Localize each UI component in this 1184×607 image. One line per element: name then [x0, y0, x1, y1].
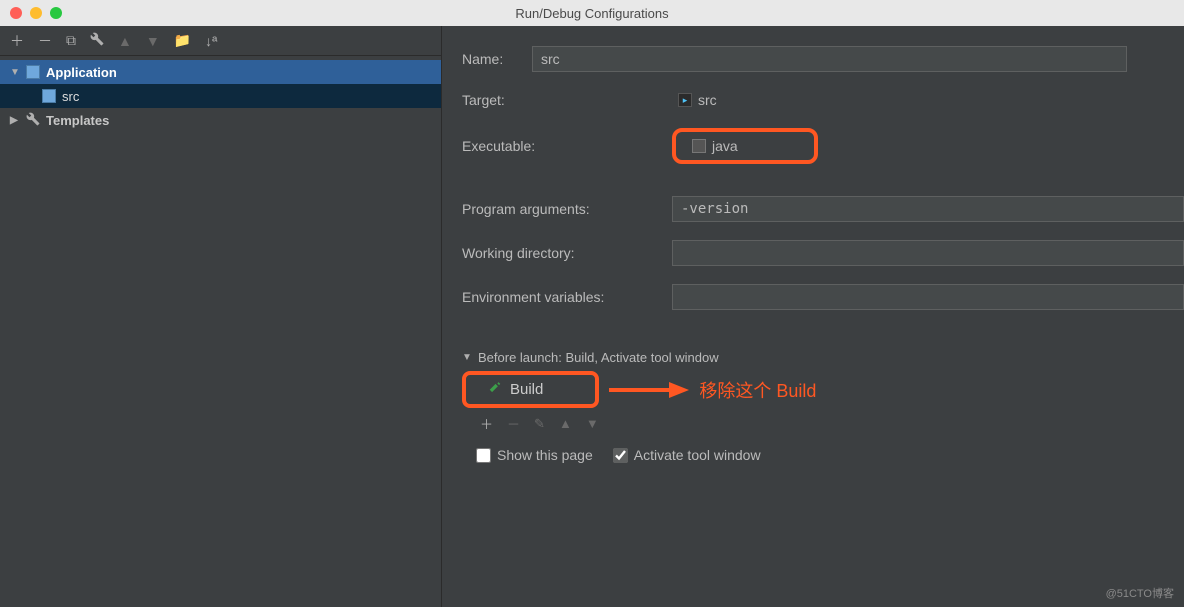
- move-task-down-button[interactable]: ▼: [586, 416, 599, 431]
- config-tree: ▼ Application src ▶ Templates: [0, 56, 441, 132]
- build-task-item[interactable]: Build: [474, 377, 587, 402]
- tree-node-application[interactable]: ▼ Application: [0, 60, 441, 84]
- minimize-window-button[interactable]: [30, 7, 42, 19]
- activate-window-label: Activate tool window: [634, 447, 761, 463]
- tree-node-templates[interactable]: ▶ Templates: [0, 108, 441, 132]
- executable-highlight: java: [672, 128, 818, 164]
- before-launch-toolbar: ＋ － ✎ ▲ ▼: [462, 408, 1184, 433]
- remove-config-button[interactable]: －: [38, 31, 52, 51]
- name-label: Name:: [462, 51, 532, 67]
- copy-config-button[interactable]: ⧉: [66, 32, 76, 49]
- build-highlight: Build: [462, 371, 599, 408]
- configurations-sidebar: ＋ － ⧉ ▲ ▼ 📁 ↓ª ▼ Application src ▶: [0, 26, 442, 607]
- sidebar-toolbar: ＋ － ⧉ ▲ ▼ 📁 ↓ª: [0, 26, 441, 56]
- show-page-label: Show this page: [497, 447, 593, 463]
- config-form: Name: Target: ▸ src Executable: java Pro…: [442, 26, 1184, 607]
- terminal-icon: ▸: [678, 93, 692, 107]
- target-value: src: [698, 92, 717, 108]
- args-input[interactable]: [672, 196, 1184, 222]
- add-config-button[interactable]: ＋: [10, 31, 24, 51]
- annotation-text: 移除这个 Build: [699, 377, 816, 403]
- tree-label: src: [62, 89, 79, 104]
- add-task-button[interactable]: ＋: [480, 414, 493, 433]
- application-icon: [26, 65, 40, 79]
- options-row: Show this page Activate tool window: [462, 447, 1184, 463]
- tree-label: Application: [46, 65, 117, 80]
- window-controls: [10, 7, 62, 19]
- target-field[interactable]: ▸ src: [672, 90, 723, 110]
- file-icon: [692, 139, 706, 153]
- show-page-checkbox[interactable]: Show this page: [476, 447, 593, 463]
- activate-window-input[interactable]: [613, 448, 628, 463]
- expander-icon: ▼: [10, 67, 20, 78]
- maximize-window-button[interactable]: [50, 7, 62, 19]
- args-label: Program arguments:: [462, 201, 672, 217]
- move-down-button[interactable]: ▼: [146, 33, 160, 49]
- target-label: Target:: [462, 92, 672, 108]
- executable-label: Executable:: [462, 138, 672, 154]
- move-up-button[interactable]: ▲: [118, 33, 132, 49]
- wrench-icon: [26, 112, 40, 129]
- wd-input[interactable]: [672, 240, 1184, 266]
- edit-defaults-button[interactable]: [90, 32, 104, 49]
- watermark: @51CTO博客: [1106, 585, 1174, 601]
- edit-task-button[interactable]: ✎: [534, 416, 545, 432]
- sort-button[interactable]: ↓ª: [205, 33, 217, 49]
- remove-task-button[interactable]: －: [507, 414, 520, 433]
- name-input[interactable]: [532, 46, 1127, 72]
- tree-node-src[interactable]: src: [0, 84, 441, 108]
- tree-label: Templates: [46, 113, 109, 128]
- before-launch-label: Before launch: Build, Activate tool wind…: [478, 350, 719, 365]
- wd-label: Working directory:: [462, 245, 672, 261]
- env-input[interactable]: [672, 284, 1184, 310]
- build-label: Build: [510, 381, 573, 398]
- window-title: Run/Debug Configurations: [515, 6, 668, 21]
- move-task-up-button[interactable]: ▲: [559, 416, 572, 431]
- activate-window-checkbox[interactable]: Activate tool window: [613, 447, 761, 463]
- before-launch-list: Build 移除这个 Build: [462, 371, 1184, 408]
- executable-value: java: [712, 138, 798, 154]
- close-window-button[interactable]: [10, 7, 22, 19]
- application-icon: [42, 89, 56, 103]
- folder-button[interactable]: 📁: [174, 32, 191, 49]
- expander-icon: ▶: [10, 115, 20, 126]
- titlebar: Run/Debug Configurations: [0, 0, 1184, 26]
- hammer-icon: [488, 381, 502, 398]
- arrow-icon: [609, 380, 689, 400]
- show-page-input[interactable]: [476, 448, 491, 463]
- before-launch-header[interactable]: ▼ Before launch: Build, Activate tool wi…: [462, 350, 1184, 365]
- expander-icon: ▼: [462, 352, 472, 363]
- executable-field[interactable]: java: [686, 136, 804, 156]
- env-label: Environment variables:: [462, 289, 672, 305]
